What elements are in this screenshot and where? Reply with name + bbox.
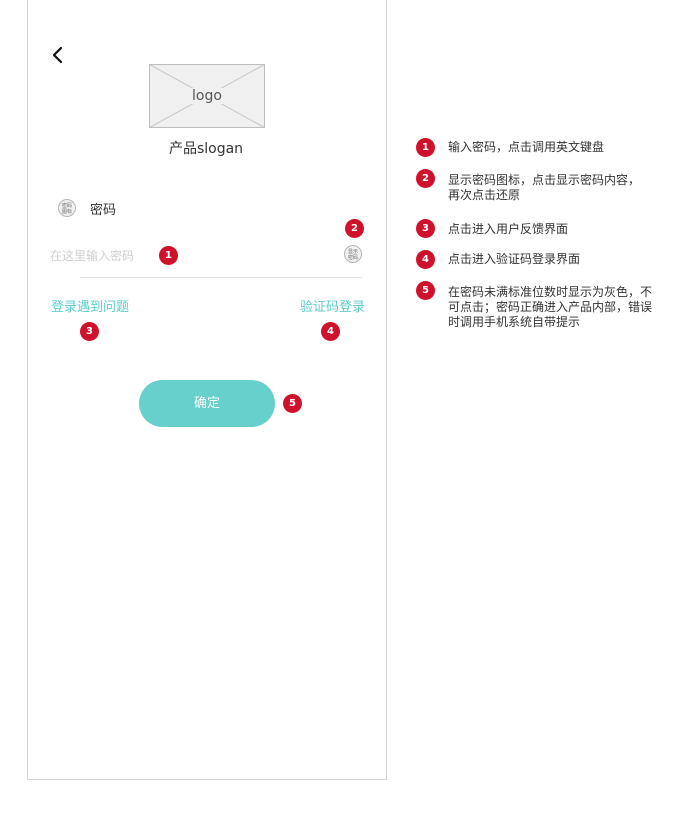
note-text-3: 点击进入用户反馈界面 [448,222,569,236]
password-icon-text: 密码 图标 [61,203,72,215]
logo-placeholder: logo [149,64,265,128]
show-password-toggle[interactable]: 显示 密码 [344,245,362,263]
product-slogan: 产品slogan [168,141,244,157]
sms-login-link[interactable]: 验证码登录 [300,296,365,315]
marker-3: 3 [80,322,99,341]
note-marker-5: 5 [416,281,435,300]
input-underline [80,277,362,278]
annotated-wireframe: logo 产品slogan 密码 图标 密码 显示 密码 登录遇到问题 验证码登… [0,0,686,823]
show-password-icon-text: 显示 密码 [347,249,358,261]
note-text-4: 点击进入验证码登录界面 [448,252,581,266]
confirm-button[interactable]: 确定 [139,380,275,427]
password-input[interactable] [50,244,310,268]
marker-2: 2 [345,219,364,238]
note-marker-1: 1 [416,138,435,157]
note-marker-3: 3 [416,219,435,238]
note-text-5: 在密码未满标准位数时显示为灰色，不可点击；密码正确进入产品内部，错误时调用手机系… [448,285,653,329]
marker-1: 1 [159,246,178,265]
login-help-link[interactable]: 登录遇到问题 [51,296,129,315]
phone-screen: logo 产品slogan 密码 图标 密码 显示 密码 登录遇到问题 验证码登… [27,0,387,780]
note-text-1: 输入密码，点击调用英文键盘 [448,140,605,154]
note-marker-4: 4 [416,250,435,269]
note-marker-2: 2 [416,169,435,188]
marker-5: 5 [283,394,302,413]
marker-4: 4 [321,322,340,341]
note-text-2: 显示密码图标，点击显示密码内容，再次点击还原 [448,173,641,202]
password-label: 密码 [90,203,117,218]
password-icon: 密码 图标 [58,199,76,217]
logo-text: logo [190,88,224,104]
back-arrow-icon[interactable] [48,44,68,66]
